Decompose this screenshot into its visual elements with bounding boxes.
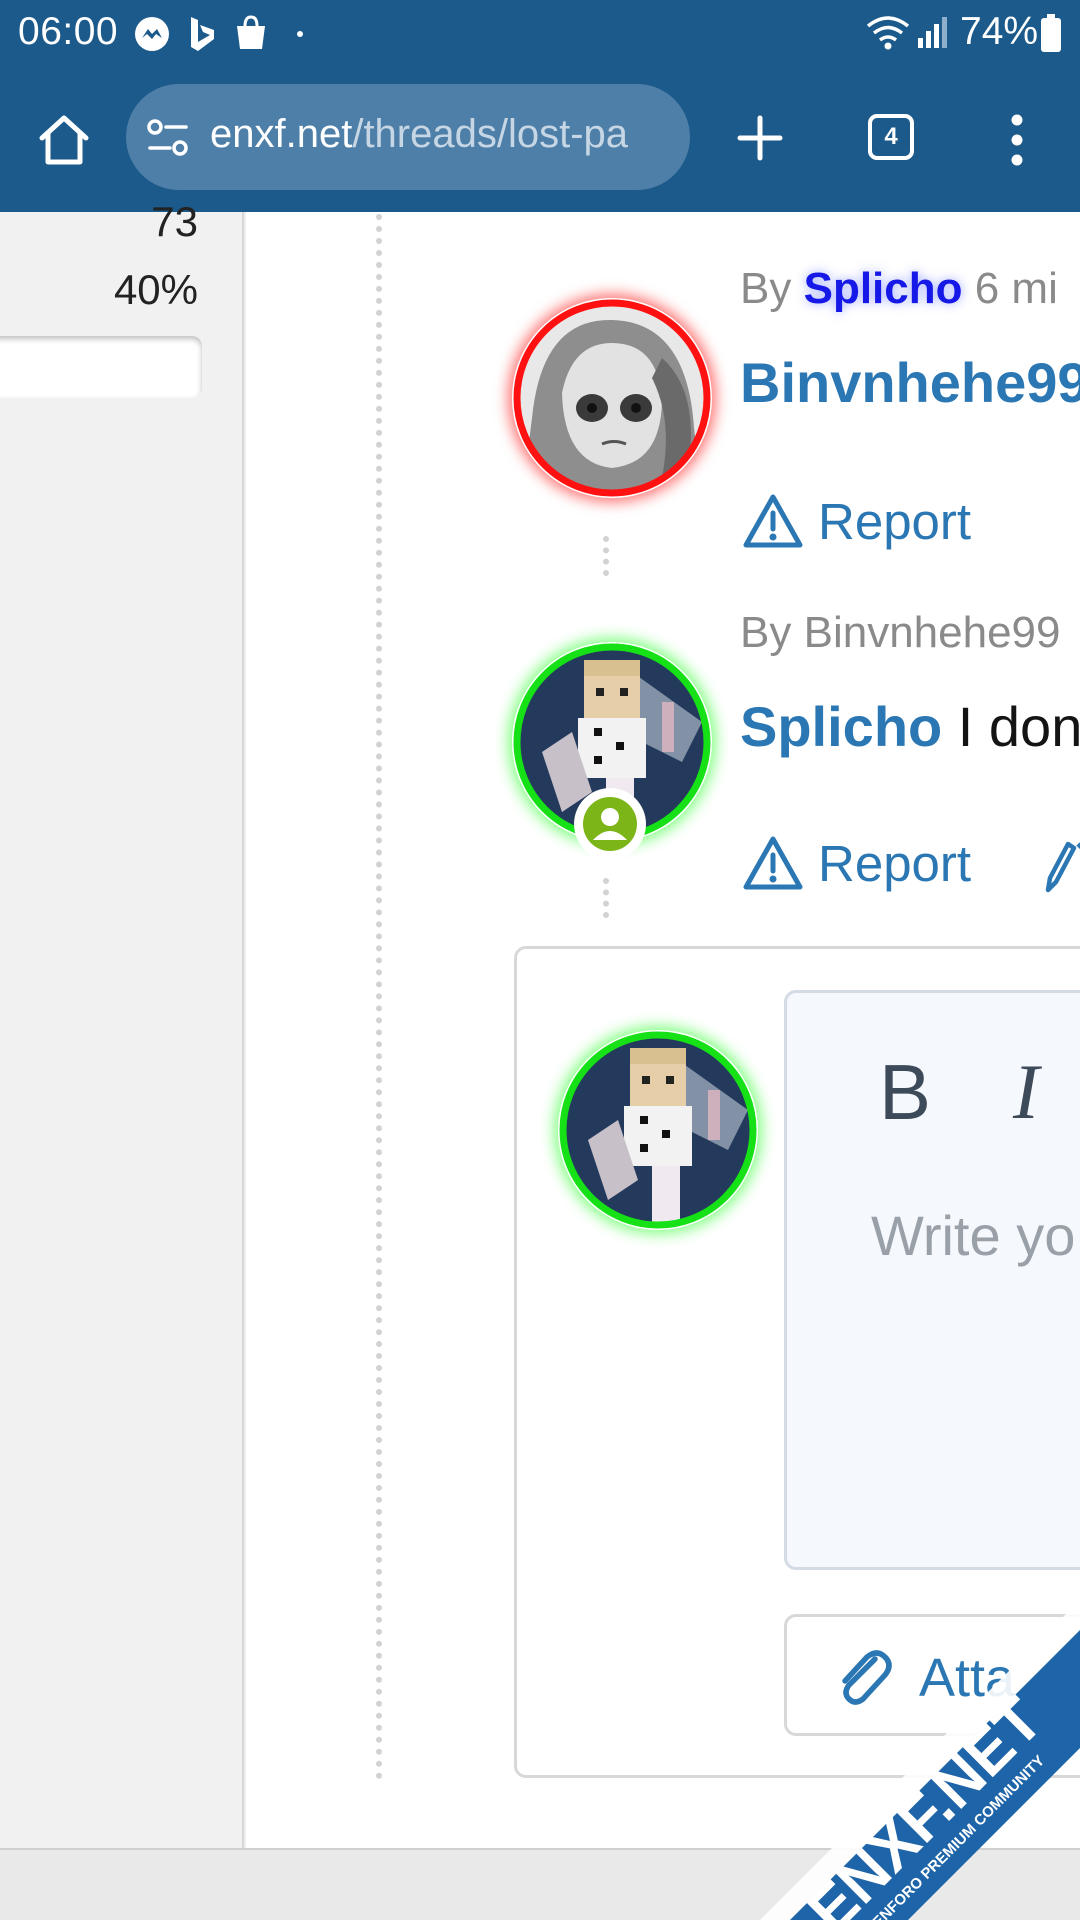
sidebar-poll: 73 40% (0, 198, 244, 1848)
url-host: enxf.net (210, 112, 353, 156)
post-text: I don (942, 695, 1080, 758)
reply-editor[interactable]: B I Write yo (784, 990, 1080, 1570)
status-bar: 06:00 74% (0, 0, 1080, 68)
report-button[interactable]: Report (742, 834, 971, 893)
dot-icon (297, 31, 303, 37)
warning-icon (743, 836, 803, 890)
attach-files-button[interactable]: Atta (784, 1614, 1080, 1736)
reply-line-2 (603, 878, 609, 918)
avatar-image (513, 299, 711, 497)
reply-line-1 (603, 536, 609, 576)
signal-icon (918, 17, 947, 48)
wifi-icon (866, 16, 910, 50)
meta-user-link[interactable]: Splicho (804, 264, 963, 313)
url-path: /threads/lost-pa (352, 112, 629, 156)
paperclip-icon (842, 1650, 892, 1705)
home-icon[interactable] (36, 112, 92, 168)
status-time: 06:00 (18, 10, 119, 53)
site-settings-icon[interactable] (146, 118, 190, 158)
bottom-bar (0, 1848, 1080, 1920)
new-tab-icon[interactable] (736, 114, 784, 162)
meta-user-link[interactable]: Binvnhehe99 (804, 608, 1061, 657)
more-menu-icon[interactable] (1004, 112, 1030, 168)
avatar-image (559, 1031, 757, 1229)
thread-line (376, 214, 382, 1780)
poll-progress-bar (0, 336, 202, 398)
tab-switcher-button[interactable]: 4 (868, 114, 914, 160)
post-body: Splicho I don (740, 694, 1080, 759)
poll-percent: 40% (113, 266, 198, 313)
poll-vote-count: 73 (151, 198, 198, 245)
report-button[interactable]: Report (742, 492, 971, 551)
post-author-link[interactable]: Binvnhehe99 (740, 351, 1080, 414)
post-body: Binvnhehe99 (740, 350, 1080, 415)
warning-icon (743, 494, 803, 548)
italic-button[interactable]: I (1013, 1047, 1039, 1137)
post-time: 6 mi (974, 264, 1058, 313)
battery-icon (1041, 14, 1061, 52)
attach-label: Atta (919, 1648, 1016, 1708)
edit-icon[interactable] (1044, 838, 1080, 894)
shopping-bag-icon (237, 15, 265, 49)
post-author-link[interactable]: Splicho (740, 695, 942, 758)
online-status-icon (574, 788, 646, 860)
avatar[interactable] (512, 298, 712, 498)
browser-toolbar: enxf.net/threads/lost-pa 4 (0, 68, 1080, 212)
post-meta: By Binvnhehe99 (740, 608, 1061, 657)
bing-icon (191, 17, 214, 51)
bold-button[interactable]: B (879, 1047, 931, 1138)
url-text[interactable]: enxf.net/threads/lost-pa (210, 112, 628, 157)
url-bar[interactable]: enxf.net/threads/lost-pa (126, 84, 690, 190)
avatar (558, 1030, 758, 1230)
messenger-icon (135, 17, 169, 51)
editor-placeholder[interactable]: Write yo (871, 1203, 1075, 1268)
post-meta: By Splicho 6 mi (740, 264, 1058, 313)
battery-percent: 74% (960, 10, 1039, 53)
